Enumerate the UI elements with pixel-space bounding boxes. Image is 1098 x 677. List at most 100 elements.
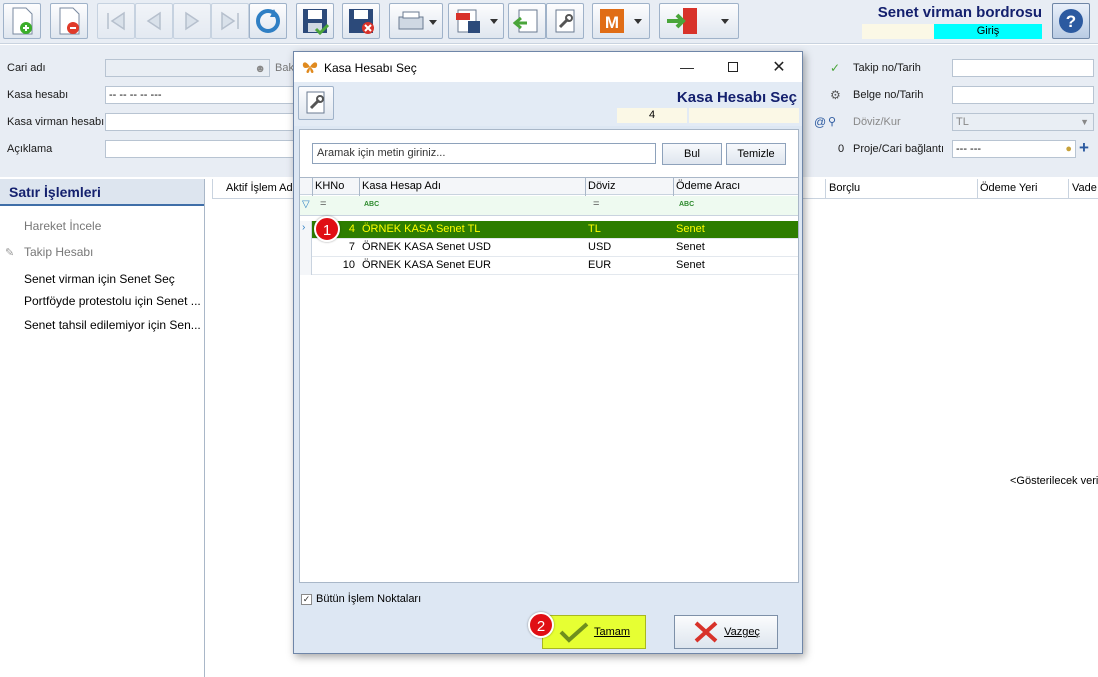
first-record-button[interactable] <box>97 3 135 39</box>
close-button[interactable]: ✕ <box>756 52 802 82</box>
m-module-icon: M <box>600 9 642 33</box>
last-record-icon <box>221 11 239 31</box>
row-operations-title: Satır İşlemleri <box>0 179 204 206</box>
column-khno[interactable]: KHNo <box>315 180 344 192</box>
row-currency: USD <box>588 241 612 253</box>
checkmark-icon <box>559 622 589 643</box>
column-separator <box>825 179 826 199</box>
minimize-icon: — <box>680 59 694 75</box>
maximize-icon <box>728 62 738 72</box>
add-icon[interactable]: + <box>1079 138 1089 158</box>
pdf-export-button[interactable] <box>448 3 504 39</box>
step-badge-1: 1 <box>314 216 340 242</box>
column-odeme-araci[interactable]: Ödeme Aracı <box>676 180 740 192</box>
record-count: 4 <box>617 108 687 123</box>
column-separator <box>673 178 674 196</box>
cancel-label: Vazgeç <box>724 626 760 638</box>
lock-icon: ● <box>1065 143 1072 155</box>
document-import-icon <box>513 9 538 33</box>
save-close-button[interactable] <box>342 3 380 39</box>
khno-filter[interactable]: = <box>320 198 326 210</box>
help-icon: ? <box>1059 9 1083 33</box>
table-row[interactable]: › 4 ÖRNEK KASA Senet TL TL Senet <box>300 221 798 239</box>
m-module-button[interactable]: M <box>592 3 650 39</box>
refresh-button[interactable] <box>249 3 287 39</box>
dialog-header: Kasa Hesabı Seç 4 <box>294 82 802 126</box>
all-points-checkbox[interactable]: ✓ <box>301 594 312 605</box>
document-settings-button[interactable] <box>546 3 584 39</box>
ok-button[interactable]: Tamam <box>542 615 646 649</box>
column-separator <box>1068 179 1069 199</box>
main-toolbar: M Senet virman bordrosu Giriş ? <box>0 0 1098 44</box>
table-row[interactable]: 10 ÖRNEK KASA Senet EUR EUR Senet <box>300 257 798 275</box>
dialog-title: Kasa Hesabı Seç <box>324 61 417 75</box>
aciklama-field[interactable] <box>105 140 295 158</box>
senet-sec-item[interactable]: Senet virman için Senet Seç <box>24 272 202 286</box>
row-name: ÖRNEK KASA Senet TL <box>362 223 481 235</box>
all-points-label: Bütün İşlem Noktaları <box>316 593 422 605</box>
find-button[interactable]: Bul <box>662 143 722 165</box>
column-kasa-hesap-adi[interactable]: Kasa Hesap Adı <box>362 180 441 192</box>
print-button[interactable] <box>389 3 443 39</box>
save-button[interactable] <box>296 3 334 39</box>
status-blank <box>862 24 934 39</box>
takip-field[interactable] <box>952 59 1094 77</box>
dialog-header-title: Kasa Hesabı Seç <box>676 89 797 106</box>
portfoy-protestolu-item[interactable]: Portföyde protestolu için Senet ... <box>24 294 202 308</box>
doviz-filter[interactable]: = <box>593 198 599 210</box>
seal-icon: ⚙ <box>830 88 841 102</box>
doviz-select[interactable]: TL ▼ <box>952 113 1094 131</box>
save-icon <box>303 9 329 35</box>
name-filter[interactable]: ABC <box>364 201 379 208</box>
odeme-filter[interactable]: ABC <box>679 201 694 208</box>
new-document-icon <box>12 7 33 35</box>
cari-adi-label: Cari adı <box>7 62 46 74</box>
cancel-button[interactable]: Vazgeç <box>674 615 778 649</box>
search-input[interactable]: Aramak için metin giriniz... <box>312 143 656 164</box>
maximize-button[interactable] <box>710 52 756 82</box>
delete-document-button[interactable] <box>50 3 88 39</box>
save-close-icon <box>349 9 374 34</box>
kasa-virman-field[interactable] <box>105 113 295 131</box>
row-khno: 10 <box>342 259 355 271</box>
exit-button[interactable] <box>659 3 739 39</box>
column-vade[interactable]: Vade <box>1072 182 1097 194</box>
kasa-hesabi-field[interactable]: -- -- -- -- --- <box>105 86 295 104</box>
column-doviz[interactable]: Döviz <box>588 180 616 192</box>
ok-label: Tamam <box>593 626 631 638</box>
dropdown-arrow-icon: ▼ <box>1080 117 1089 127</box>
minimize-button[interactable]: — <box>664 52 710 82</box>
users-icon: ☻ <box>254 63 266 75</box>
checkmark-icon: ✓ <box>830 61 841 75</box>
follow-account-icon: ✎ <box>5 247 15 259</box>
previous-record-button[interactable] <box>135 3 173 39</box>
cancel-x-icon <box>694 621 718 643</box>
column-borclu[interactable]: Borçlu <box>829 182 860 194</box>
proje-field[interactable]: --- --- ● <box>952 140 1076 158</box>
pdf-icon <box>456 9 498 33</box>
column-aktif-islem[interactable]: Aktif İşlem Adı <box>226 182 296 194</box>
import-button[interactable] <box>508 3 546 39</box>
svg-text:M: M <box>605 13 619 32</box>
dialog-settings-button[interactable] <box>298 86 334 120</box>
last-record-button[interactable] <box>211 3 249 39</box>
column-separator <box>212 179 213 199</box>
filter-icon: ▽ <box>302 199 310 210</box>
column-separator <box>312 178 313 196</box>
tahsil-edilemiyor-item[interactable]: Senet tahsil edilemiyor için Sen... <box>24 318 202 332</box>
column-odeme-yeri[interactable]: Ödeme Yeri <box>980 182 1037 194</box>
new-document-button[interactable] <box>3 3 41 39</box>
row-name: ÖRNEK KASA Senet USD <box>362 241 491 253</box>
takip-hesabi-item[interactable]: Takip Hesabı <box>24 245 202 259</box>
cari-adi-field[interactable]: ☻ <box>105 59 270 77</box>
table-row[interactable]: 7 ÖRNEK KASA Senet USD USD Senet <box>300 239 798 257</box>
filter-row: ▽ = ABC = ABC <box>300 196 798 216</box>
help-button[interactable]: ? <box>1052 3 1090 39</box>
row-name: ÖRNEK KASA Senet EUR <box>362 259 491 271</box>
proje-label: Proje/Cari bağlantı <box>853 143 945 155</box>
column-separator <box>977 179 978 199</box>
next-record-button[interactable] <box>173 3 211 39</box>
belge-field[interactable] <box>952 86 1094 104</box>
hareket-incele-item[interactable]: Hareket İncele <box>24 219 202 233</box>
clear-button[interactable]: Temizle <box>726 143 786 165</box>
